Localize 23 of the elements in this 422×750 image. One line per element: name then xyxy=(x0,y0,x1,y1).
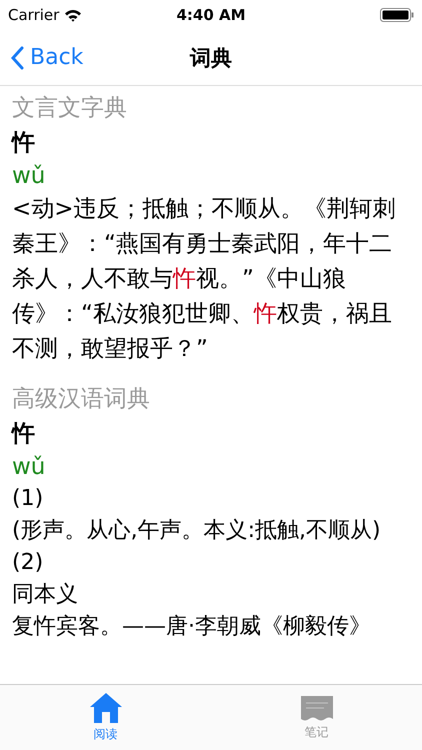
status-time: 4:40 AM xyxy=(176,6,246,24)
page-title: 词典 xyxy=(190,44,232,72)
carrier-label: Carrier xyxy=(8,6,60,24)
battery-icon xyxy=(380,8,414,22)
definition-text: 同本义 xyxy=(12,581,79,609)
headword: 忤 xyxy=(12,420,36,449)
home-icon xyxy=(88,692,122,724)
pinyin: wǔ xyxy=(12,453,46,482)
definition-text: (形声。从心,午声。本义:抵触,不顺从) xyxy=(12,517,382,545)
pinyin: wǔ xyxy=(12,162,46,191)
chevron-icon xyxy=(10,46,24,70)
note-card-icon xyxy=(298,694,334,722)
definition-text: (1) xyxy=(12,485,44,513)
back-button[interactable]: Back xyxy=(0,45,94,70)
wifi-icon xyxy=(64,8,82,22)
dictionary-title: 文言文字典 xyxy=(12,94,128,123)
definition-text: <动>违反；抵触；不顺从。《荆轲刺秦王》：“燕国有勇士秦武阳，年十二杀人，人不敢与忤视。”《中山狼传》：“私汝狼犯世卿、忤权贵，祸且不测，敢望报乎？” xyxy=(12,195,397,364)
definition-text: (2) xyxy=(12,549,44,577)
tab-item[interactable]: 阅读 xyxy=(0,685,211,750)
headword: 忤 xyxy=(12,129,36,158)
definition-text: 复忤宾客。——唐·李朝威《柳毅传》 xyxy=(12,613,372,641)
tab-item[interactable]: 笔记 xyxy=(211,685,422,750)
dictionary-title: 高级汉语词典 xyxy=(12,385,151,414)
